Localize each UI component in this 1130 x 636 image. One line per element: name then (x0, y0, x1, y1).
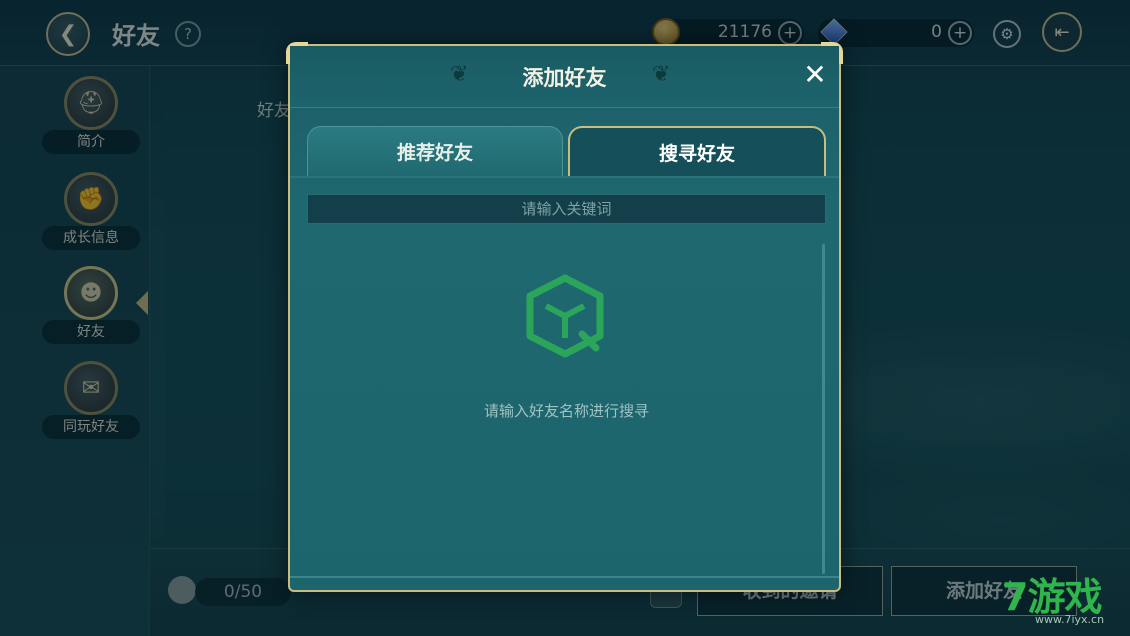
empty-state-message: 请输入好友名称进行搜寻 (483, 402, 649, 420)
watermark-url: www.7iyx.cn (1035, 613, 1105, 626)
tab-divider (290, 176, 839, 178)
close-icon: ✕ (803, 58, 827, 91)
empty-search-icon (526, 274, 604, 358)
search-input[interactable]: 请输入关键词 (307, 194, 826, 224)
tab-search-friends[interactable]: 搜寻好友 (568, 126, 826, 178)
add-friend-dialog: ❦ 添加好友 ❦ ✕ 推荐好友 搜寻好友 请输入关键词 请输入好友名称进行搜寻 (286, 42, 843, 592)
scrollbar[interactable] (822, 244, 825, 574)
leaf-ornament-icon: ❦ (652, 62, 671, 87)
dialog-title: 添加好友 (522, 66, 607, 90)
close-button[interactable]: ✕ (798, 58, 832, 92)
tab-recommended-friends[interactable]: 推荐好友 (307, 126, 563, 178)
dialog-footer (290, 576, 839, 590)
dialog-header: ❦ 添加好友 ❦ ✕ (290, 46, 839, 108)
